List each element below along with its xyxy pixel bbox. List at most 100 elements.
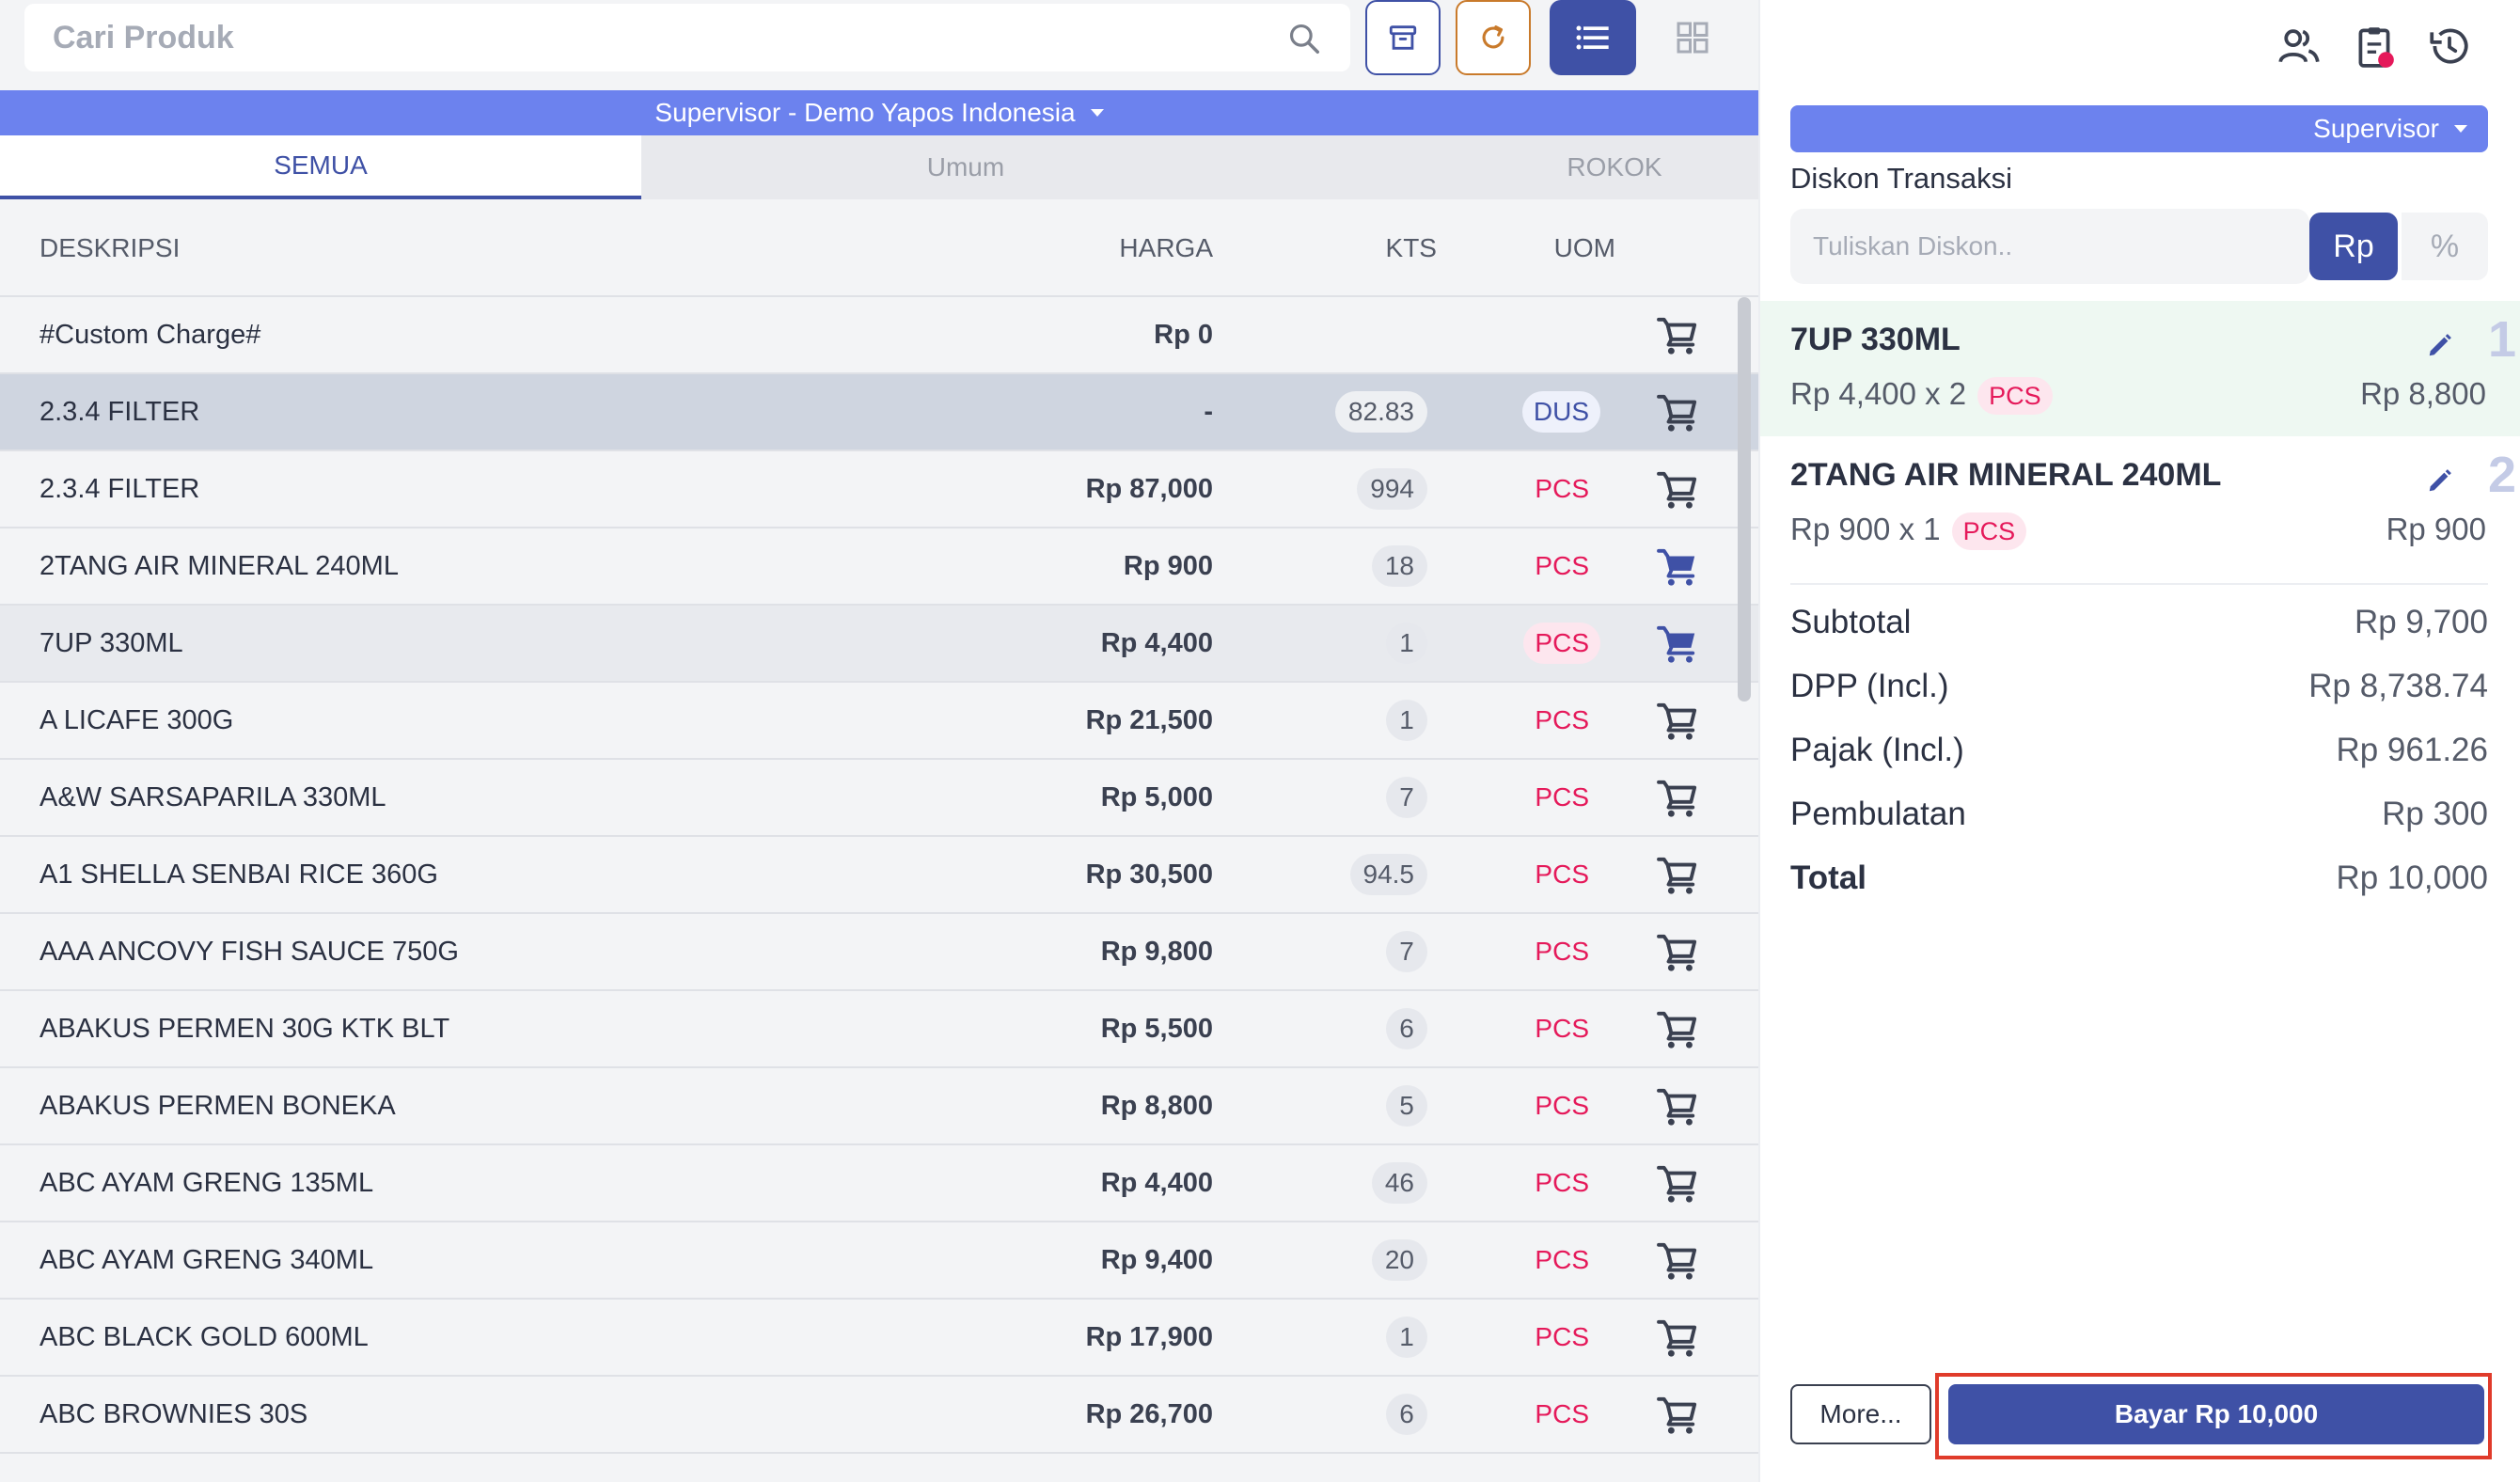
product-price: Rp 17,900 (1085, 1322, 1213, 1352)
uom-badge: PCS (1535, 1322, 1589, 1351)
table-header: DESKRIPSI HARGA KTS UOM (0, 199, 1758, 297)
cart-item[interactable]: 7UP 330ML Rp 4,400 x 2 PCS Rp 8,800 1 (1760, 301, 2520, 436)
search-icon[interactable] (1286, 21, 1322, 56)
discount-input[interactable] (1790, 209, 2309, 284)
table-row[interactable]: 2TANG AIR MINERAL 240ML Rp 900 18 PCS (0, 528, 1758, 606)
stock-badge: 7 (1386, 931, 1427, 972)
product-price: Rp 26,700 (1085, 1399, 1213, 1429)
table-row[interactable]: 2.3.4 FILTER - 82.83 DUS (0, 374, 1758, 451)
cart-item-total: Rp 8,800 (2360, 376, 2486, 411)
dpp-value: Rp 8,738.74 (2308, 668, 2488, 704)
rounding-value: Rp 300 (2382, 796, 2488, 832)
table-row[interactable]: A LICAFE 300G Rp 21,500 1 PCS (0, 683, 1758, 760)
table-row[interactable]: ABC AYAM GRENG 340ML Rp 9,400 20 PCS (0, 1222, 1758, 1300)
customers-icon[interactable] (2276, 23, 2323, 70)
tab-umum[interactable]: Umum (641, 135, 1290, 199)
table-row[interactable]: A1 SHELLA SENBAI RICE 360G Rp 30,500 94.5 P… (0, 837, 1758, 914)
table-row[interactable]: ABC AYAM GRENG 135ML Rp 4,400 46 PCS (0, 1145, 1758, 1222)
uom-badge: PCS (1535, 1168, 1589, 1197)
subtotal-label: Subtotal (1790, 604, 1912, 640)
pay-button[interactable]: Bayar Rp 10,000 (1948, 1384, 2484, 1444)
grid-view-button[interactable] (1655, 0, 1730, 75)
add-to-cart-icon[interactable] (1657, 547, 1700, 587)
tax-label: Pajak (Incl.) (1790, 732, 1964, 768)
product-pane: Supervisor - Demo Yapos Indonesia SEMUA … (0, 0, 1758, 1482)
uom-badge: PCS (1535, 1245, 1589, 1274)
add-to-cart-icon[interactable] (1657, 624, 1700, 664)
add-to-cart-icon[interactable] (1657, 779, 1700, 818)
product-price: - (1204, 397, 1213, 427)
column-header-price[interactable]: HARGA (1119, 233, 1213, 263)
cart-item-quantity: Rp 4,400 x 2 PCS (1790, 376, 2053, 416)
chevron-down-icon (2454, 125, 2467, 133)
add-to-cart-icon[interactable] (1657, 1241, 1700, 1281)
stock-badge: 94.5 (1349, 854, 1427, 895)
column-header-uom[interactable]: UOM (1554, 233, 1615, 263)
table-row[interactable]: A&W SARSAPARILA 330ML Rp 5,000 7 PCS (0, 760, 1758, 837)
role-label: Supervisor (2313, 114, 2439, 143)
subtotal-row: Subtotal Rp 9,700 (1790, 604, 2488, 651)
edit-icon[interactable] (2426, 331, 2454, 359)
column-header-desc[interactable]: DESKRIPSI (39, 233, 180, 263)
cart-item[interactable]: 2TANG AIR MINERAL 240ML Rp 900 x 1 PCS Rp 9… (1760, 436, 2520, 572)
add-to-cart-icon[interactable] (1657, 316, 1700, 355)
edit-icon[interactable] (2426, 466, 2454, 495)
grid-view-icon (1677, 22, 1709, 54)
product-name: 2.3.4 FILTER (39, 397, 200, 427)
held-orders-icon[interactable] (2351, 23, 2398, 70)
store-label: Supervisor - Demo Yapos Indonesia (654, 98, 1076, 127)
product-name: A LICAFE 300G (39, 705, 234, 735)
archive-button[interactable] (1365, 0, 1441, 75)
add-to-cart-icon[interactable] (1657, 702, 1700, 741)
product-name: ABAKUS PERMEN 30G KTK BLT (39, 1014, 450, 1044)
add-to-cart-icon[interactable] (1657, 856, 1700, 895)
table-row[interactable]: ABC BROWNIES 30S Rp 26,700 6 PCS (0, 1377, 1758, 1454)
add-to-cart-icon[interactable] (1657, 1395, 1700, 1435)
product-name: A1 SHELLA SENBAI RICE 360G (39, 859, 438, 890)
table-row[interactable]: ABC BLACK GOLD 600ML Rp 17,900 1 PCS (0, 1300, 1758, 1377)
product-name: ABC AYAM GRENG 340ML (39, 1245, 374, 1275)
product-list: #Custom Charge# Rp 0 2.3.4 FILTER - 82.83 DUS… (0, 297, 1758, 1482)
uom-badge: PCS (1535, 474, 1589, 503)
table-row[interactable]: 7UP 330ML Rp 4,400 1 PCS (0, 606, 1758, 683)
add-to-cart-icon[interactable] (1657, 1318, 1700, 1358)
discount-rupiah-toggle[interactable]: Rp (2309, 213, 2398, 280)
cart-item-name: 2TANG AIR MINERAL 240ML (1790, 457, 2222, 493)
scrollbar[interactable] (1738, 297, 1751, 702)
tab-semua[interactable]: SEMUA (0, 135, 641, 199)
tax-value: Rp 961.26 (2336, 732, 2488, 768)
add-to-cart-icon[interactable] (1657, 1087, 1700, 1127)
table-row[interactable]: #Custom Charge# Rp 0 (0, 297, 1758, 374)
add-to-cart-icon[interactable] (1657, 1010, 1700, 1049)
discount-percent-toggle[interactable]: % (2402, 213, 2488, 280)
more-button[interactable]: More... (1790, 1384, 1931, 1444)
uom-badge: PCS (1535, 1399, 1589, 1428)
table-row[interactable]: ABAKUS PERMEN BONEKA Rp 8,800 5 PCS (0, 1068, 1758, 1145)
search-input[interactable] (53, 4, 1275, 71)
product-price: Rp 5,000 (1100, 782, 1213, 812)
product-name: ABC AYAM GRENG 135ML (39, 1168, 374, 1198)
product-price: Rp 21,500 (1085, 705, 1213, 735)
cart-item-name: 7UP 330ML (1790, 322, 1961, 357)
history-icon[interactable] (2426, 23, 2473, 70)
add-to-cart-icon[interactable] (1657, 470, 1700, 510)
role-selector[interactable]: Supervisor (1790, 105, 2488, 152)
stock-badge: 5 (1386, 1085, 1427, 1127)
column-header-qty[interactable]: KTS (1386, 233, 1437, 263)
product-price: Rp 4,400 (1100, 1168, 1213, 1198)
product-price: Rp 900 (1123, 551, 1213, 581)
store-selector[interactable]: Supervisor - Demo Yapos Indonesia (0, 90, 1758, 135)
table-row[interactable]: ABAKUS PERMEN 30G KTK BLT Rp 5,500 6 PCS (0, 991, 1758, 1068)
list-view-button[interactable] (1550, 0, 1636, 75)
category-tabs: SEMUA Umum ROKOK (0, 135, 1758, 199)
table-row[interactable]: AAA ANCOVY FISH SAUCE 750G Rp 9,800 7 PCS (0, 914, 1758, 991)
stock-badge: 994 (1357, 468, 1427, 510)
add-to-cart-icon[interactable] (1657, 393, 1700, 433)
stock-badge: 6 (1386, 1394, 1427, 1435)
refresh-button[interactable] (1456, 0, 1531, 75)
add-to-cart-icon[interactable] (1657, 1164, 1700, 1204)
table-row[interactable]: 2.3.4 FILTER Rp 87,000 994 PCS (0, 451, 1758, 528)
add-to-cart-icon[interactable] (1657, 933, 1700, 972)
product-name: AAA ANCOVY FISH SAUCE 750G (39, 937, 459, 967)
total-value: Rp 10,000 (2336, 859, 2488, 896)
